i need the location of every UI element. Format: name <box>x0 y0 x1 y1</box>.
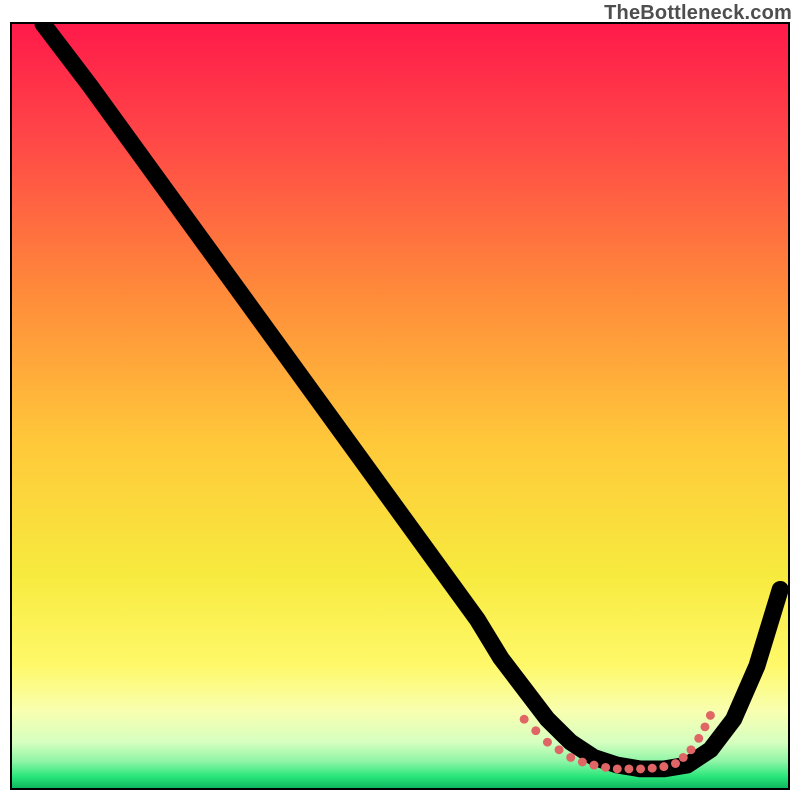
highlight-marker <box>700 722 709 731</box>
plot-svg <box>12 24 788 788</box>
highlight-marker <box>636 764 645 773</box>
highlight-marker <box>566 753 575 762</box>
highlight-marker <box>648 764 657 773</box>
highlight-marker <box>555 745 564 754</box>
highlight-marker <box>589 761 598 770</box>
chart-container: TheBottleneck.com <box>0 0 800 800</box>
highlight-marker <box>679 753 688 762</box>
highlight-marker <box>543 738 552 747</box>
highlight-marker <box>531 726 540 735</box>
highlight-marker <box>706 711 715 720</box>
highlight-marker <box>686 745 695 754</box>
highlight-marker <box>613 764 622 773</box>
highlight-marker <box>671 759 680 768</box>
highlight-marker <box>694 734 703 743</box>
plot-frame <box>10 22 790 790</box>
plot-area <box>12 24 788 788</box>
highlight-marker <box>624 764 633 773</box>
watermark-text: TheBottleneck.com <box>604 2 792 25</box>
highlight-marker <box>578 758 587 767</box>
highlight-marker <box>520 715 529 724</box>
highlight-marker <box>601 763 610 772</box>
highlight-marker <box>659 762 668 771</box>
